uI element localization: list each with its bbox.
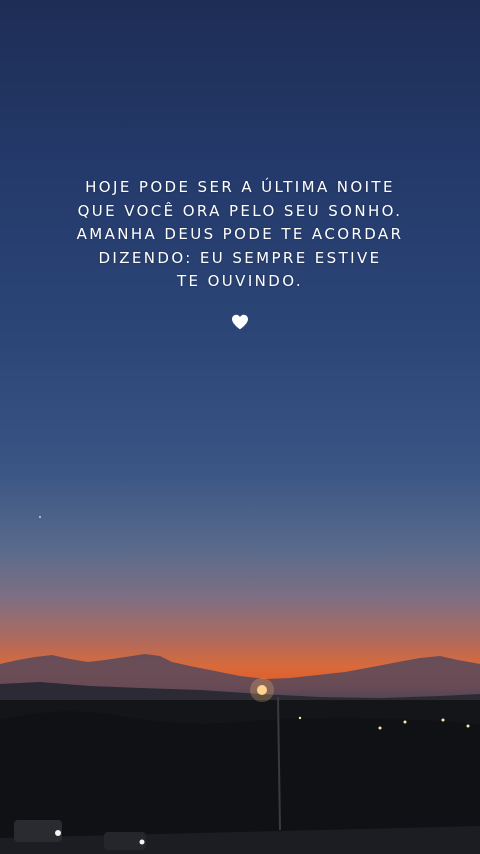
distant-light — [298, 716, 302, 720]
street-lamp-glow — [250, 678, 274, 702]
landscape-silhouette — [0, 654, 480, 854]
distant-light — [378, 726, 382, 730]
car-light — [139, 839, 145, 845]
car — [14, 820, 62, 842]
car — [104, 832, 146, 850]
distant-light — [403, 720, 407, 724]
sunset-background: HOJE PODE SER A ÚLTIMA NOITE QUE VOCÊ OR… — [0, 0, 480, 854]
car-light — [55, 830, 61, 836]
distant-light — [441, 718, 445, 722]
distant-light — [466, 724, 470, 728]
